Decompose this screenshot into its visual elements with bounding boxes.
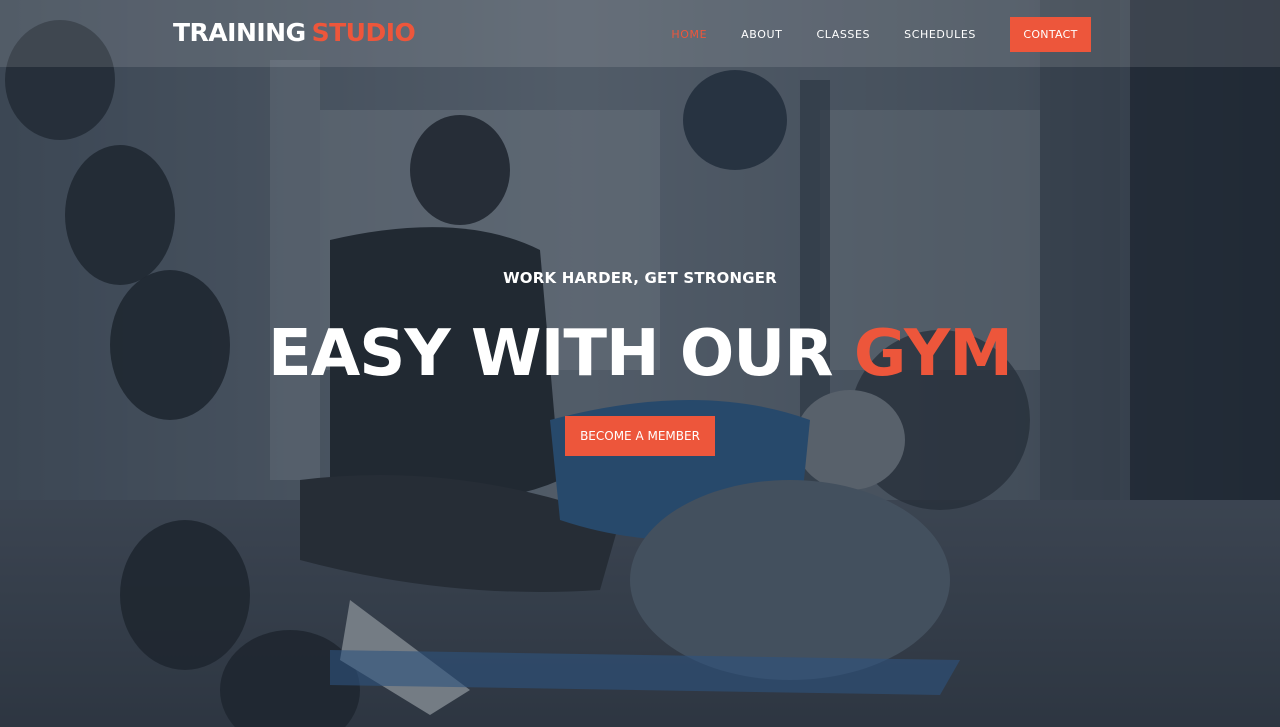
hero-title-accent: GYM [853,317,1013,391]
hero-title: EASY WITH OUR GYM [0,316,1280,392]
nav-item-classes[interactable]: CLASSES [816,17,870,52]
become-member-button[interactable]: BECOME A MEMBER [565,416,715,456]
nav-item-about[interactable]: ABOUT [741,17,782,52]
site-header: TRAINING STUDIO HOME ABOUT CLASSES SCHEDU… [0,0,1280,67]
hero-title-main: EASY WITH OUR [268,317,834,391]
hero-caption: WORK HARDER, GET STRONGER EASY WITH OUR … [0,266,1280,456]
nav-item-schedules[interactable]: SCHEDULES [904,17,976,52]
hero-subtitle: WORK HARDER, GET STRONGER [503,269,777,287]
nav-item-home[interactable]: HOME [671,17,707,52]
main-nav: HOME ABOUT CLASSES SCHEDULES CONTACT [671,17,1091,52]
logo[interactable]: TRAINING STUDIO [173,16,416,50]
logo-text-training: TRAINING [173,18,306,47]
hero-banner: TRAINING STUDIO HOME ABOUT CLASSES SCHEDU… [0,0,1280,727]
contact-button[interactable]: CONTACT [1010,17,1091,52]
logo-text-studio: STUDIO [311,18,416,47]
